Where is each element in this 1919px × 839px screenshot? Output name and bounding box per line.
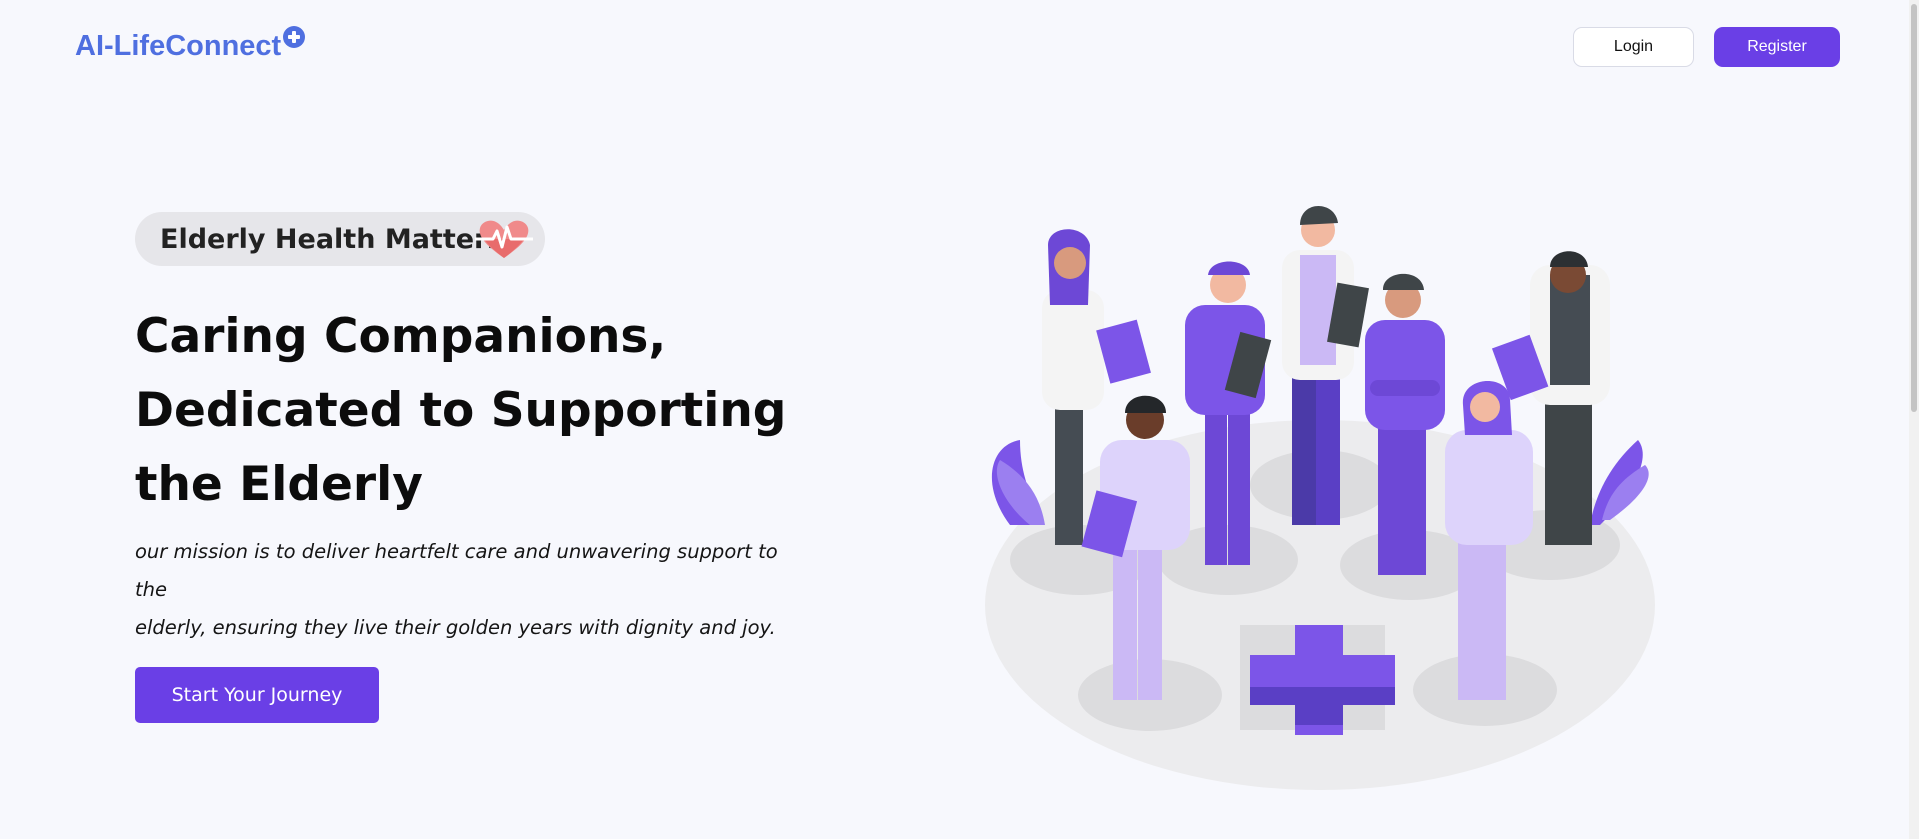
heart-pulse-icon — [475, 220, 533, 258]
scrollbar-thumb[interactable] — [1911, 4, 1917, 412]
mission-line: elderly, ensuring they live their golden… — [135, 616, 776, 639]
badge-text: Elderly Health Matters — [160, 223, 504, 255]
hero-headline: Caring Companions, Dedicated to Supporti… — [135, 300, 855, 522]
medical-team-illustration — [985, 205, 1655, 790]
headline-line: Caring Companions, — [135, 309, 667, 364]
plus-circle-icon — [283, 26, 306, 48]
health-badge: Elderly Health Matters — [135, 212, 545, 266]
logo-text: AI-LifeConnect — [75, 30, 282, 62]
headline-line: the Elderly — [135, 457, 423, 512]
register-button[interactable]: Register — [1714, 27, 1840, 67]
start-journey-button[interactable]: Start Your Journey — [135, 667, 379, 723]
headline-line: Dedicated to Supporting — [135, 383, 787, 438]
landing-page: AI-LifeConnect Login Register Elderly He… — [0, 0, 1919, 839]
mission-line: our mission is to deliver heartfelt care… — [135, 540, 778, 601]
logo[interactable]: AI-LifeConnect — [75, 26, 306, 63]
mission-text: our mission is to deliver heartfelt care… — [135, 533, 815, 647]
login-button[interactable]: Login — [1573, 27, 1694, 67]
